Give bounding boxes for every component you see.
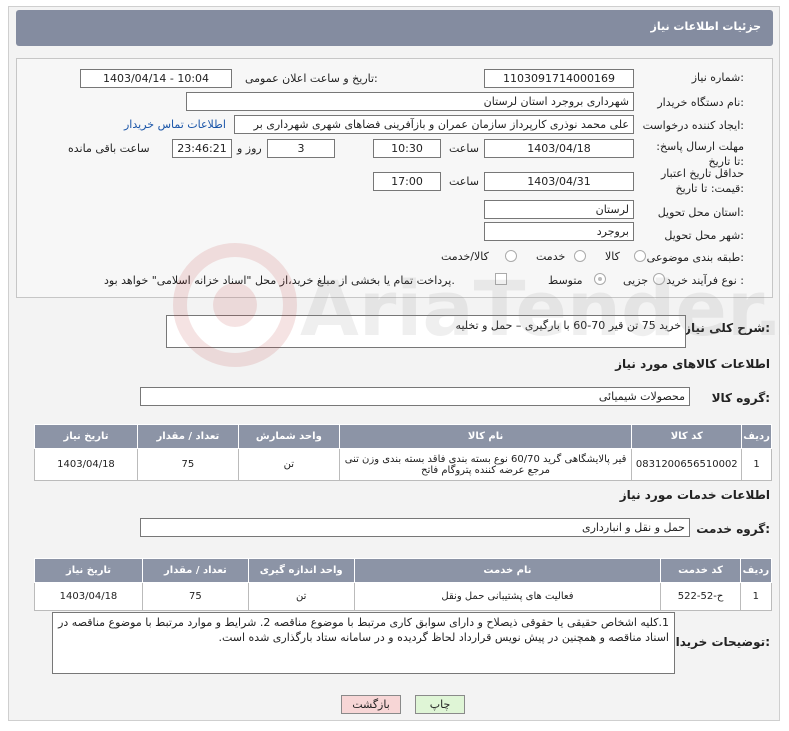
deadline-label: مهلت ارسال پاسخ: تا تاریخ: <box>656 140 744 168</box>
city-field: بروجرد <box>484 222 634 241</box>
price-validity-time-label: ساعت <box>449 175 479 188</box>
services-cell-code: ح-52-522 <box>660 582 741 611</box>
goods-section-title: اطلاعات کالاهای مورد نیاز <box>615 357 770 371</box>
description-text: خرید 75 تن قیر 70-60 با بارگیری – حمل و … <box>455 319 681 332</box>
page-title: جزئیات اطلاعات نیاز <box>650 20 762 33</box>
announce-label: تاریخ و ساعت اعلان عمومی: <box>245 72 378 85</box>
process-label: نوع فرآیند خرید : <box>666 274 744 287</box>
category-radio-service[interactable] <box>574 250 586 262</box>
goods-cell-code: 0831200656510002 <box>631 448 743 481</box>
category-radio-goods-service[interactable] <box>505 250 517 262</box>
goods-col-code: کد کالا <box>631 424 743 449</box>
services-group-label: گروه خدمت: <box>696 522 770 536</box>
goods-cell-unit: تن <box>237 448 340 481</box>
back-button[interactable]: بازگشت <box>341 695 401 714</box>
goods-col-date: تاریخ نیاز <box>34 424 138 449</box>
price-validity-label: حداقل تاریخ اعتبار قیمت: تا تاریخ: <box>660 167 744 195</box>
services-cell-qty: 75 <box>141 582 249 611</box>
services-col-qty: تعداد / مقدار <box>141 558 249 583</box>
services-table-header: ردیف کد خدمت نام خدمت واحد اندازه گیری ت… <box>34 558 773 583</box>
category-option-service: خدمت <box>536 250 566 263</box>
services-col-name: نام خدمت <box>353 558 662 583</box>
need-number-field: 1103091714000169 <box>484 69 634 88</box>
category-radio-goods[interactable] <box>634 250 646 262</box>
goods-cell-date: 1403/04/18 <box>34 448 138 481</box>
process-option-partial: جزیی <box>623 274 649 287</box>
need-number-label: شماره نیاز: <box>691 71 744 84</box>
days-label: روز و <box>237 142 262 155</box>
goods-cell-name: قیر پالایشگاهی گرید 60/70 نوع بسته بندی … <box>338 448 633 481</box>
services-col-date: تاریخ نیاز <box>34 558 143 583</box>
services-cell-date: 1403/04/18 <box>34 582 143 611</box>
goods-col-row: ردیف <box>741 424 772 449</box>
services-section-title: اطلاعات خدمات مورد نیاز <box>619 488 770 502</box>
services-cell-name: فعالیت های پشتیبانی حمل ونقل <box>353 582 662 611</box>
treasury-note: پرداخت تمام یا بخشی از مبلغ خرید،از محل … <box>104 274 455 287</box>
creator-field: علی محمد نوذری کارپرداز سازمان عمران و ب… <box>234 115 634 134</box>
description-label: شرح کلی نیاز: <box>684 321 770 335</box>
remaining-time-field: 23:46:21 <box>172 139 232 158</box>
buyer-field: شهرداری بروجرد استان لرستان <box>186 92 634 111</box>
process-option-medium: متوسط <box>548 274 583 287</box>
goods-cell-qty: 75 <box>136 448 239 481</box>
price-validity-date-field: 1403/04/31 <box>484 172 634 191</box>
deadline-date-field: 1403/04/18 <box>484 139 634 158</box>
services-col-code: کد خدمت <box>660 558 741 583</box>
goods-col-name: نام کالا <box>338 424 633 449</box>
announce-field: 1403/04/14 - 10:04 <box>80 69 232 88</box>
description-field: خرید 75 تن قیر 70-60 با بارگیری – حمل و … <box>166 315 686 348</box>
goods-group-label: گروه کالا: <box>711 391 770 405</box>
title-bar: جزئیات اطلاعات نیاز <box>16 10 773 46</box>
category-option-goods: کالا <box>605 250 620 263</box>
process-radio-partial[interactable] <box>653 273 665 285</box>
province-field: لرستان <box>484 200 634 219</box>
deadline-time-label: ساعت <box>449 142 479 155</box>
category-option-goods-service: کالا/خدمت <box>441 250 489 263</box>
goods-cell-row: 1 <box>741 448 772 481</box>
services-col-row: ردیف <box>739 558 773 583</box>
treasury-checkbox[interactable] <box>495 273 507 285</box>
print-button[interactable]: چاپ <box>415 695 465 714</box>
goods-col-unit: واحد شمارش <box>237 424 340 449</box>
city-label: شهر محل تحویل: <box>664 229 744 242</box>
services-cell-row: 1 <box>739 582 773 611</box>
buyer-notes-text: 1.کلیه اشخاص حقیقی یا حقوقی ذیصلاح و دار… <box>58 616 669 644</box>
services-table: ردیف کد خدمت نام خدمت واحد اندازه گیری ت… <box>34 558 773 611</box>
province-label: استان محل تحویل: <box>657 206 744 219</box>
process-radio-medium[interactable] <box>594 273 606 285</box>
goods-table: ردیف کد کالا نام کالا واحد شمارش تعداد /… <box>34 424 772 481</box>
goods-group-field: محصولات شیمیائی <box>140 387 690 406</box>
services-group-field: حمل و نقل و انبارداری <box>140 518 690 537</box>
buyer-label: نام دستگاه خریدار: <box>657 96 744 109</box>
deadline-time-field: 10:30 <box>373 139 441 158</box>
category-label: طبقه بندی موضوعی: <box>646 251 744 264</box>
buyer-notes-label: توضیحات خریدار: <box>668 635 770 649</box>
services-col-unit: واحد اندازه گیری <box>247 558 355 583</box>
table-row: 1 ح-52-522 فعالیت های پشتیبانی حمل ونقل … <box>34 582 773 611</box>
goods-table-header: ردیف کد کالا نام کالا واحد شمارش تعداد /… <box>34 424 772 449</box>
goods-col-qty: تعداد / مقدار <box>136 424 239 449</box>
table-row: 1 0831200656510002 قیر پالایشگاهی گرید 6… <box>34 448 772 481</box>
remaining-label: ساعت باقی مانده <box>68 142 150 155</box>
days-field: 3 <box>267 139 335 158</box>
buyer-contact-link[interactable]: اطلاعات تماس خریدار <box>124 118 226 131</box>
creator-label: ایجاد کننده درخواست: <box>642 119 744 132</box>
services-cell-unit: تن <box>247 582 355 611</box>
buyer-notes-field: 1.کلیه اشخاص حقیقی یا حقوقی ذیصلاح و دار… <box>52 612 675 674</box>
price-validity-time-field: 17:00 <box>373 172 441 191</box>
